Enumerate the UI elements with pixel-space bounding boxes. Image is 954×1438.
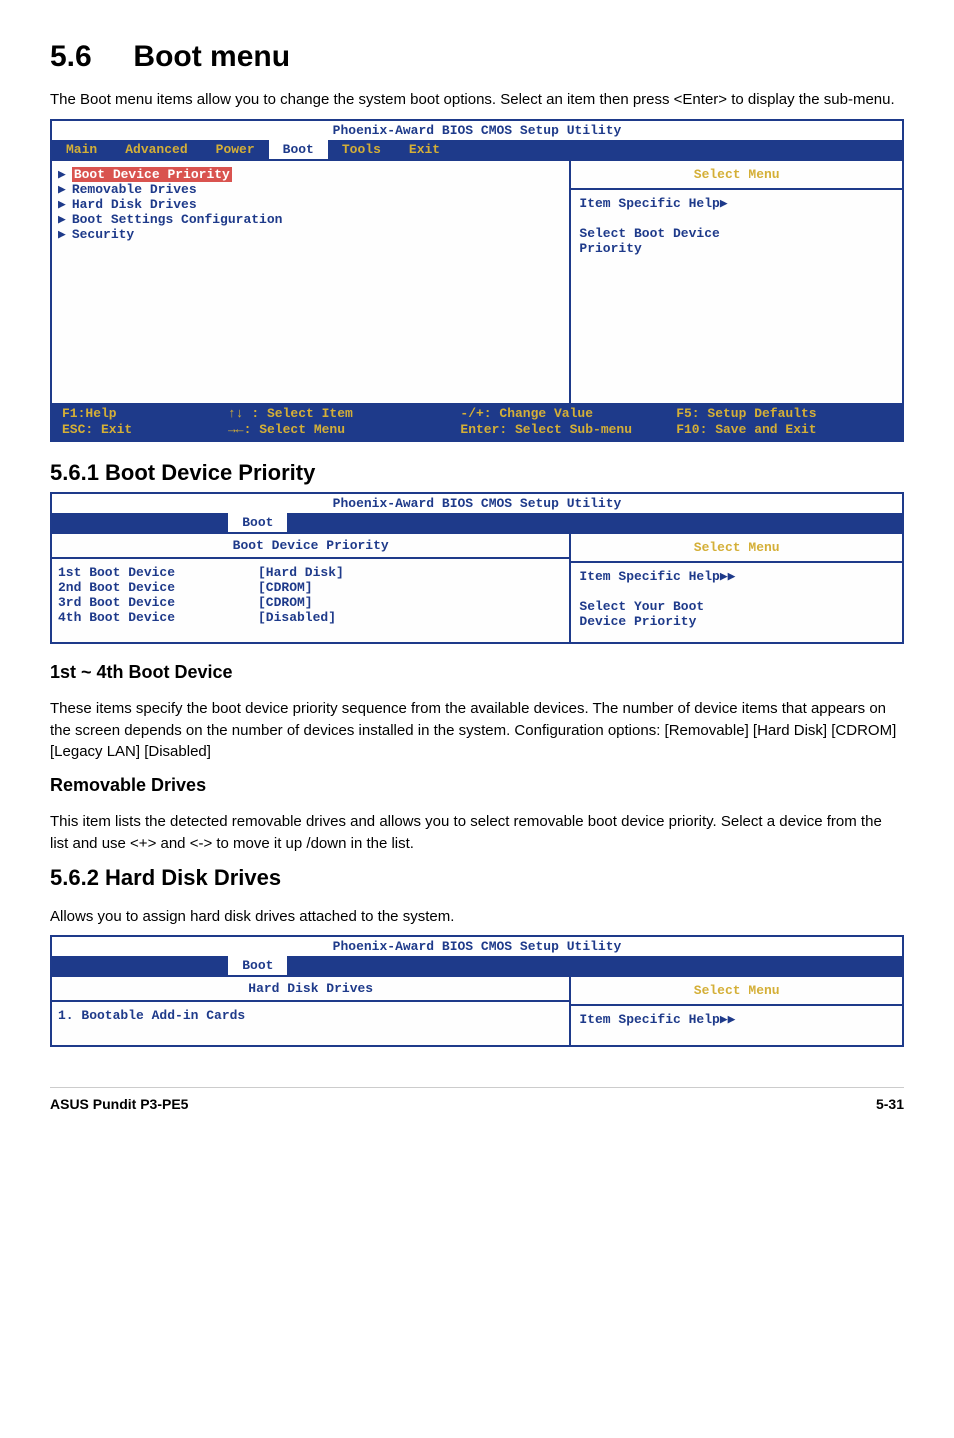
select-menu-label: Select Menu: [579, 167, 894, 182]
page-footer: ASUS Pundit P3-PE5 5-31: [50, 1087, 904, 1112]
tab-boot: Boot: [228, 956, 287, 975]
bios-bootpriority-screenshot: Phoenix-Award BIOS CMOS Setup Utility Ma…: [50, 492, 904, 644]
foot-select-item: ↑↓ : Select Item: [228, 406, 460, 421]
tab-main: Main: [52, 140, 111, 159]
bios-left-pane: Boot Device Priority 1st Boot Device[Har…: [52, 534, 569, 642]
para-1st-4th: These items specify the boot device prio…: [50, 698, 904, 763]
section-562-heading: 5.6.2 Hard Disk Drives: [50, 865, 904, 891]
submenu-title: Hard Disk Drives: [52, 977, 569, 1002]
foot-select-menu: →←: Select Menu: [228, 422, 460, 437]
row-4th-boot: 4th Boot Device[Disabled]: [58, 610, 561, 625]
footer-page-number: 5-31: [876, 1096, 904, 1112]
row-2nd-boot: 2nd Boot Device[CDROM]: [58, 580, 561, 595]
foot-setup-defaults: F5: Setup Defaults: [676, 406, 892, 421]
help-body: Select Your Boot Device Priority: [579, 599, 894, 629]
tab-boot: Boot: [228, 513, 287, 532]
help-title: Item Specific Help▶▶: [579, 569, 894, 584]
select-menu-label: Select Menu: [579, 540, 894, 555]
tab-tools: Tools: [328, 140, 395, 159]
help-title: Item Specific Help▶▶: [579, 1012, 894, 1027]
subhead-1st-4th: 1st ~ 4th Boot Device: [50, 662, 904, 683]
submenu-arrow-icon: ▶: [58, 197, 72, 212]
para-562: Allows you to assign hard disk drives at…: [50, 906, 904, 928]
intro-paragraph: The Boot menu items allow you to change …: [50, 89, 904, 111]
bios-menubar: Main Advanced Power Boot Tools Exit: [52, 140, 902, 159]
bios-left-pane: Hard Disk Drives 1. Bootable Add-in Card…: [52, 977, 569, 1045]
menu-boot-device-priority: Boot Device Priority: [72, 167, 232, 182]
foot-exit: ESC: Exit: [62, 422, 228, 437]
bios-left-pane: ▶Boot Device Priority ▶Removable Drives …: [52, 161, 569, 403]
foot-help: F1:Help: [62, 406, 228, 421]
tab-power: Power: [202, 140, 269, 159]
bios-main-screenshot: Phoenix-Award BIOS CMOS Setup Utility Ma…: [50, 119, 904, 442]
para-removable: This item lists the detected removable d…: [50, 811, 904, 855]
title-text: Boot menu: [133, 40, 290, 73]
page-title: 5.6 Boot menu: [50, 40, 904, 74]
tab-boot: Boot: [269, 140, 328, 159]
row-bootable-addin: 1. Bootable Add-in Cards: [58, 1008, 561, 1023]
foot-save-exit: F10: Save and Exit: [676, 422, 892, 437]
menu-hard-disk-drives: Hard Disk Drives: [72, 197, 197, 212]
foot-select-submenu: Enter: Select Sub-menu: [460, 422, 676, 437]
menu-boot-settings-configuration: Boot Settings Configuration: [72, 212, 283, 227]
tab-advanced: Advanced: [111, 140, 201, 159]
bios-utility-title: Phoenix-Award BIOS CMOS Setup Utility: [52, 121, 902, 140]
bios-menubar: Main Advanced Power Boot: [52, 513, 902, 532]
footer-product: ASUS Pundit P3-PE5: [50, 1096, 188, 1112]
tab-exit: Exit: [395, 140, 454, 159]
bios-right-pane: Select Menu Item Specific Help▶ Select B…: [569, 161, 902, 403]
bios-hdd-screenshot: Phoenix-Award BIOS CMOS Setup Utility Ma…: [50, 935, 904, 1047]
submenu-arrow-icon: ▶: [58, 212, 72, 227]
bios-right-pane: Select Menu Item Specific Help▶▶: [569, 977, 902, 1045]
bios-utility-title: Phoenix-Award BIOS CMOS Setup Utility: [52, 494, 902, 513]
bios-utility-title: Phoenix-Award BIOS CMOS Setup Utility: [52, 937, 902, 956]
submenu-arrow-icon: ▶: [58, 227, 72, 242]
select-menu-label: Select Menu: [579, 983, 894, 998]
help-title: Item Specific Help▶: [579, 196, 894, 211]
row-1st-boot: 1st Boot Device[Hard Disk]: [58, 565, 561, 580]
menu-removable-drives: Removable Drives: [72, 182, 197, 197]
submenu-arrow-icon: ▶: [58, 182, 72, 197]
subhead-removable: Removable Drives: [50, 775, 904, 796]
bios-footer-bar: F1:Help ↑↓ : Select Item -/+: Change Val…: [52, 403, 902, 440]
menu-security: Security: [72, 227, 134, 242]
section-561-heading: 5.6.1 Boot Device Priority: [50, 460, 904, 486]
bios-menubar: Main Advanced Power Boot: [52, 956, 902, 975]
help-body: Select Boot Device Priority: [579, 226, 894, 256]
submenu-arrow-icon: ▶: [58, 167, 72, 182]
bios-right-pane: Select Menu Item Specific Help▶▶ Select …: [569, 534, 902, 642]
submenu-title: Boot Device Priority: [52, 534, 569, 559]
foot-change-value: -/+: Change Value: [460, 406, 676, 421]
row-3rd-boot: 3rd Boot Device[CDROM]: [58, 595, 561, 610]
title-number: 5.6: [50, 40, 92, 73]
